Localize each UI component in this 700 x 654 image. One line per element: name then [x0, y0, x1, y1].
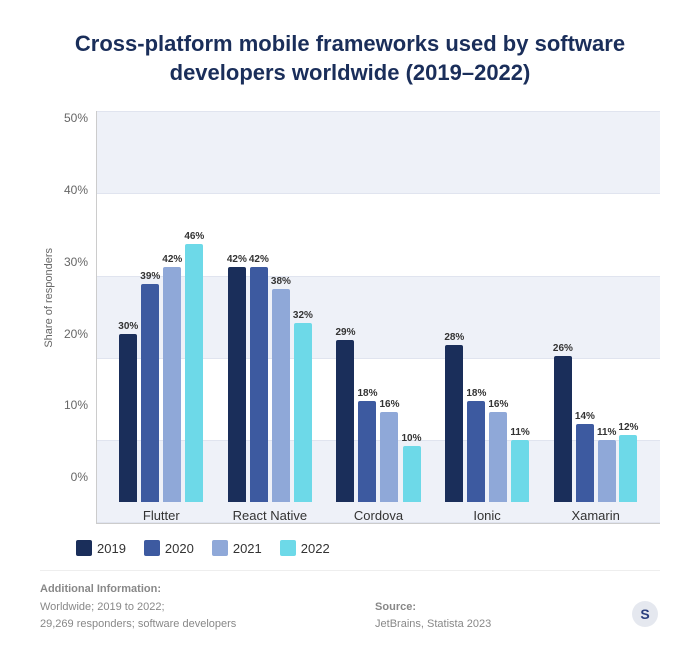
- legend-item-2020: 2020: [144, 540, 194, 556]
- bar-wrap: 10%: [402, 433, 422, 502]
- bar-2020: [141, 284, 159, 502]
- group-label: Ionic: [473, 508, 500, 523]
- bar-wrap: 16%: [379, 399, 399, 502]
- group-label: Cordova: [354, 508, 403, 523]
- bar-wrap: 11%: [597, 427, 616, 502]
- bar-2021: [598, 440, 616, 502]
- bar-2021: [380, 412, 398, 502]
- bar-wrap: 42%: [227, 254, 247, 502]
- chart-card: Cross-platform mobile frameworks used by…: [0, 0, 700, 654]
- bar-value-label: 30%: [118, 321, 138, 332]
- bar-2020: [467, 401, 485, 502]
- bar-wrap: 42%: [249, 254, 269, 502]
- bar-2022: [294, 323, 312, 502]
- group-label: React Native: [233, 508, 307, 523]
- legend-label: 2020: [165, 541, 194, 556]
- bar-value-label: 11%: [510, 427, 529, 438]
- bar-wrap: 32%: [293, 310, 313, 502]
- bar-group: 28% 18%16% 11% Ionic: [433, 332, 542, 523]
- bar-value-label: 42%: [227, 254, 247, 265]
- bar-value-label: 26%: [553, 343, 573, 354]
- legend: 2019 2020 2021 2022: [40, 540, 660, 556]
- bar-2021: [163, 267, 181, 502]
- bar-value-label: 38%: [271, 276, 291, 287]
- y-tick: 50%: [64, 111, 88, 125]
- y-tick: 20%: [64, 327, 88, 341]
- bar-value-label: 16%: [488, 399, 508, 410]
- chart-title: Cross-platform mobile frameworks used by…: [40, 30, 660, 87]
- bar-value-label: 42%: [162, 254, 182, 265]
- svg-text:S: S: [640, 606, 649, 622]
- y-axis-label: Share of responders: [43, 248, 55, 348]
- bar-value-label: 18%: [466, 388, 486, 399]
- bar-value-label: 14%: [575, 411, 595, 422]
- bar-wrap: 30%: [118, 321, 138, 502]
- bar-wrap: 42%: [162, 254, 182, 502]
- bar-group: 42%42%38%32%React Native: [216, 254, 325, 523]
- bar-group: 26% 14%11%12% Xamarin: [541, 343, 650, 523]
- bar-2020: [576, 424, 594, 502]
- footer-source: Source: JetBrains, Statista 2023: [375, 599, 491, 634]
- bar-group: 29% 18%16% 10% Cordova: [324, 327, 433, 523]
- bar-wrap: 18%: [357, 388, 377, 502]
- bar-2021: [272, 289, 290, 502]
- legend-item-2021: 2021: [212, 540, 262, 556]
- bar-wrap: 38%: [271, 276, 291, 502]
- bar-value-label: 32%: [293, 310, 313, 321]
- legend-label: 2019: [97, 541, 126, 556]
- bar-value-label: 10%: [402, 433, 422, 444]
- bar-wrap: 14%: [575, 411, 595, 502]
- bar-group: 30% 39%42% 46% Flutter: [107, 231, 216, 523]
- bar-value-label: 11%: [597, 427, 616, 438]
- bar-2022: [619, 435, 637, 502]
- bar-wrap: 29%: [335, 327, 355, 502]
- bar-wrap: 28%: [444, 332, 464, 502]
- legend-item-2022: 2022: [280, 540, 330, 556]
- statista-logo: S: [630, 599, 660, 634]
- y-tick: 30%: [64, 255, 88, 269]
- y-axis: 0% 10% 20% 30% 40% 50%: [60, 111, 96, 524]
- y-tick: 0%: [71, 470, 88, 484]
- bar-value-label: 28%: [444, 332, 464, 343]
- legend-label: 2021: [233, 541, 262, 556]
- legend-color-box: [144, 540, 160, 556]
- bar-value-label: 39%: [140, 271, 160, 282]
- bar-2019: [228, 267, 246, 502]
- y-tick: 40%: [64, 183, 88, 197]
- y-tick: 10%: [64, 398, 88, 412]
- bar-2022: [511, 440, 529, 502]
- bar-2020: [250, 267, 268, 502]
- legend-color-box: [76, 540, 92, 556]
- bar-2019: [336, 340, 354, 502]
- legend-label: 2022: [301, 541, 330, 556]
- bar-value-label: 16%: [379, 399, 399, 410]
- legend-color-box: [212, 540, 228, 556]
- bar-value-label: 29%: [335, 327, 355, 338]
- bar-2019: [119, 334, 137, 502]
- bar-2021: [489, 412, 507, 502]
- bar-2022: [403, 446, 421, 502]
- bar-wrap: 26%: [553, 343, 573, 502]
- bar-2020: [358, 401, 376, 502]
- bar-value-label: 46%: [184, 231, 204, 242]
- legend-item-2019: 2019: [76, 540, 126, 556]
- bar-wrap: 39%: [140, 271, 160, 502]
- bar-value-label: 18%: [357, 388, 377, 399]
- footer-additional: Additional Information: Worldwide; 2019 …: [40, 581, 236, 634]
- bar-wrap: 12%: [618, 422, 638, 502]
- bar-2019: [445, 345, 463, 502]
- bar-wrap: 18%: [466, 388, 486, 502]
- bar-wrap: 11%: [510, 427, 529, 502]
- legend-color-box: [280, 540, 296, 556]
- bar-value-label: 12%: [618, 422, 638, 433]
- bar-2022: [185, 244, 203, 502]
- group-label: Flutter: [143, 508, 180, 523]
- bar-value-label: 42%: [249, 254, 269, 265]
- bar-2019: [554, 356, 572, 502]
- bar-wrap: 46%: [184, 231, 204, 502]
- footer: Additional Information: Worldwide; 2019 …: [40, 570, 660, 634]
- group-label: Xamarin: [571, 508, 619, 523]
- bar-wrap: 16%: [488, 399, 508, 502]
